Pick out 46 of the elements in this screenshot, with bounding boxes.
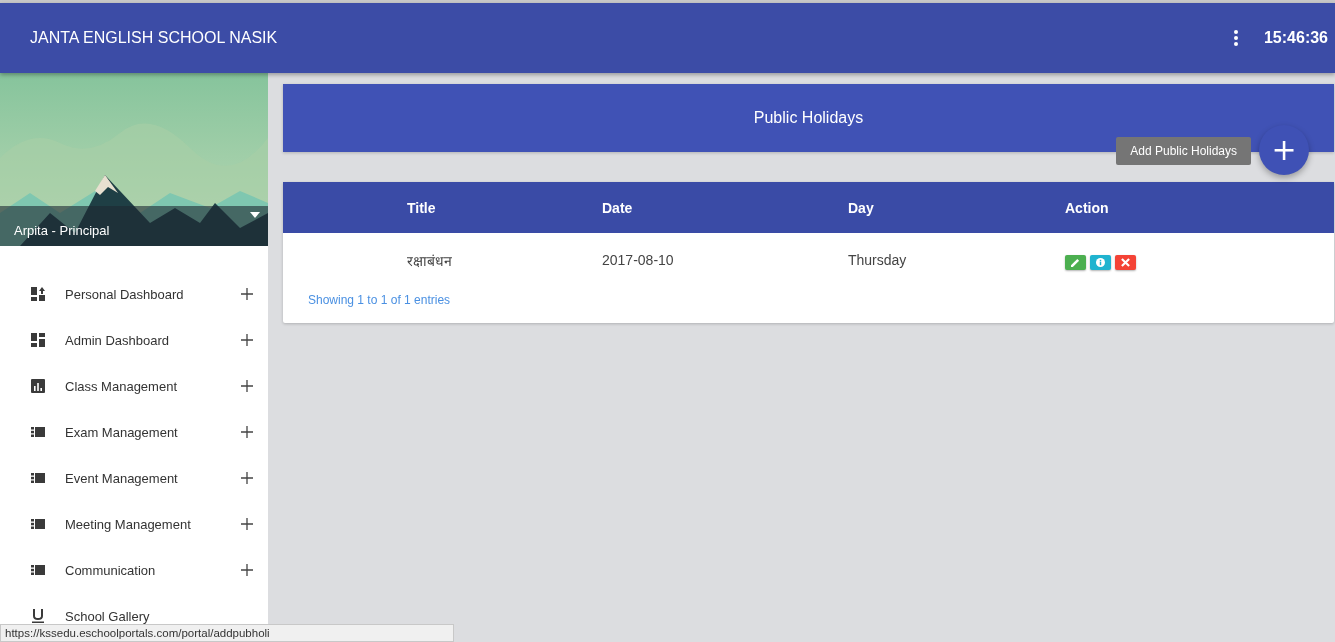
dashboard-icon: [31, 287, 45, 301]
entries-info: Showing 1 to 1 of 1 entries: [307, 292, 452, 309]
list-icon: [31, 563, 45, 577]
edit-button[interactable]: [1065, 255, 1086, 270]
profile-bar[interactable]: Arpita - Principal: [0, 206, 268, 246]
clock-time: 15:46:36: [1263, 29, 1328, 47]
delete-button[interactable]: [1115, 255, 1136, 270]
column-header: Action: [1065, 199, 1109, 216]
sidebar-item[interactable]: Meeting Management: [0, 501, 268, 547]
info-button[interactable]: [1090, 255, 1111, 270]
tooltip: Add Public Holidays: [1116, 137, 1251, 165]
add-button[interactable]: +: [1259, 125, 1309, 175]
school-name: JANTA ENGLISH SCHOOL NASIK: [30, 29, 278, 47]
close-icon: [1121, 258, 1130, 267]
column-header: Date: [602, 199, 634, 216]
caret-icon: [250, 212, 260, 218]
user-name: Arpita - Principal: [14, 223, 111, 238]
plus-icon: [241, 288, 253, 300]
pencil-icon: [1071, 258, 1080, 267]
plus-icon: [241, 334, 253, 346]
list-icon: [31, 471, 45, 485]
list-icon: [31, 425, 45, 439]
table-cell-text: Thursday: [848, 252, 908, 268]
more-menu-icon[interactable]: [1232, 29, 1239, 47]
sidebar-item[interactable]: Event Management: [0, 455, 268, 501]
sidebar-item[interactable]: Class Management: [0, 363, 268, 409]
column-header: Day: [848, 199, 875, 216]
sidebar-item[interactable]: Admin Dashboard: [0, 317, 268, 363]
sidebar-item[interactable]: Personal Dashboard: [0, 271, 268, 317]
underline-icon: [31, 609, 45, 623]
plus-icon: [241, 518, 253, 530]
chart-icon: [31, 379, 45, 393]
table-cell-text: 2017-08-10: [602, 252, 675, 268]
sidebar-item[interactable]: Exam Management: [0, 409, 268, 455]
plus-icon: [241, 564, 253, 576]
sidebar-item[interactable]: Communication: [0, 547, 268, 593]
column-header: Title: [407, 199, 437, 216]
list-icon: [31, 517, 45, 531]
link-url-tooltip: https://kssedu.eschoolportals.com/portal/addpubholi: [0, 624, 454, 642]
dashboard-icon: [31, 333, 45, 347]
table-cell-text: रक्षाबंधन: [407, 251, 453, 270]
info-icon: [1096, 258, 1105, 267]
page-title: Public Holidays: [753, 109, 864, 127]
plus-icon: [241, 426, 253, 438]
plus-icon: [241, 472, 253, 484]
plus-icon: [241, 380, 253, 392]
